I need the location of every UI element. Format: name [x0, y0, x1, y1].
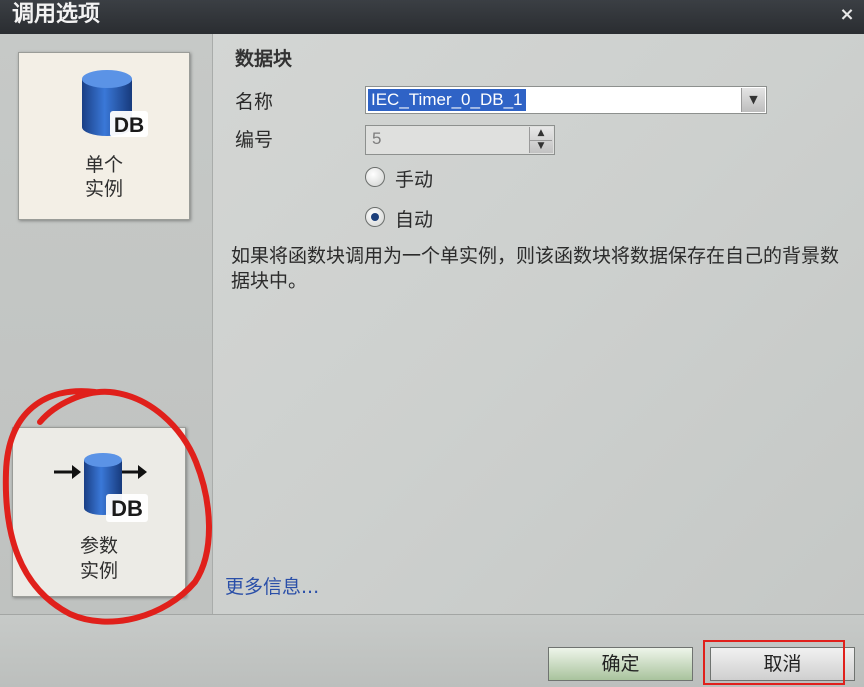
section-title: 数据块 [235, 48, 293, 70]
cancel-button[interactable]: 取消 [710, 647, 855, 681]
single-instance-label-1: 单个 [84, 154, 123, 176]
db-label: DB [114, 114, 144, 137]
more-info-link[interactable]: 更多信息... [225, 572, 319, 599]
radio-auto-label: 自动 [395, 209, 434, 231]
window-title: 调用选项 [12, 2, 101, 27]
db-label: DB [111, 496, 143, 521]
radio-manual-label: 手动 [395, 169, 434, 191]
chevron-down-icon[interactable]: ▼ [741, 88, 765, 112]
radio-button-manual[interactable] [365, 167, 385, 187]
database-icon: DB [82, 70, 148, 137]
dialog-footer: 确定 取消 [0, 614, 864, 687]
description-text: 如果将函数块调用为一个单实例，则该函数块将数据保存在自己的背景数据块中。 [231, 245, 840, 292]
name-combobox[interactable]: IEC_Timer_0_DB_1 ▼ [365, 86, 767, 114]
instance-type-panel: DB 单个 实例 DB 参数 实例 [0, 34, 213, 614]
spin-up-icon[interactable]: ▲ [530, 127, 552, 141]
number-label: 编号 [235, 129, 274, 151]
title-bar: 调用选项 × [0, 0, 864, 34]
arrow-in-icon [54, 465, 81, 479]
call-options-dialog: 调用选项 × DB 单个 实例 DB 参数 实例 数据块 名称 IEC_Time… [0, 0, 864, 687]
single-instance-option[interactable]: DB 单个 实例 [18, 52, 190, 220]
single-instance-label-2: 实例 [84, 178, 123, 200]
number-value[interactable]: 5 [372, 129, 381, 149]
multi-instance-option[interactable]: DB 参数 实例 [12, 427, 186, 597]
name-label: 名称 [235, 91, 274, 113]
datablock-settings: 数据块 名称 IEC_Timer_0_DB_1 ▼ 编号 5 ▲ ▼ 手动 自动… [213, 34, 864, 614]
number-stepper[interactable]: 5 ▲ ▼ [365, 125, 555, 155]
multi-instance-label-1: 参数 [79, 535, 118, 557]
database-icon: DB [54, 453, 148, 522]
stepper-buttons: ▲ ▼ [529, 127, 553, 153]
spin-down-icon[interactable]: ▼ [530, 140, 552, 153]
radio-selected-dot [371, 213, 379, 221]
close-icon[interactable]: × [836, 4, 858, 26]
name-value[interactable]: IEC_Timer_0_DB_1 [368, 89, 526, 111]
radio-button-auto[interactable] [365, 207, 385, 227]
arrow-out-icon [122, 465, 147, 479]
ok-button[interactable]: 确定 [548, 647, 693, 681]
multi-instance-label-2: 实例 [79, 560, 118, 582]
